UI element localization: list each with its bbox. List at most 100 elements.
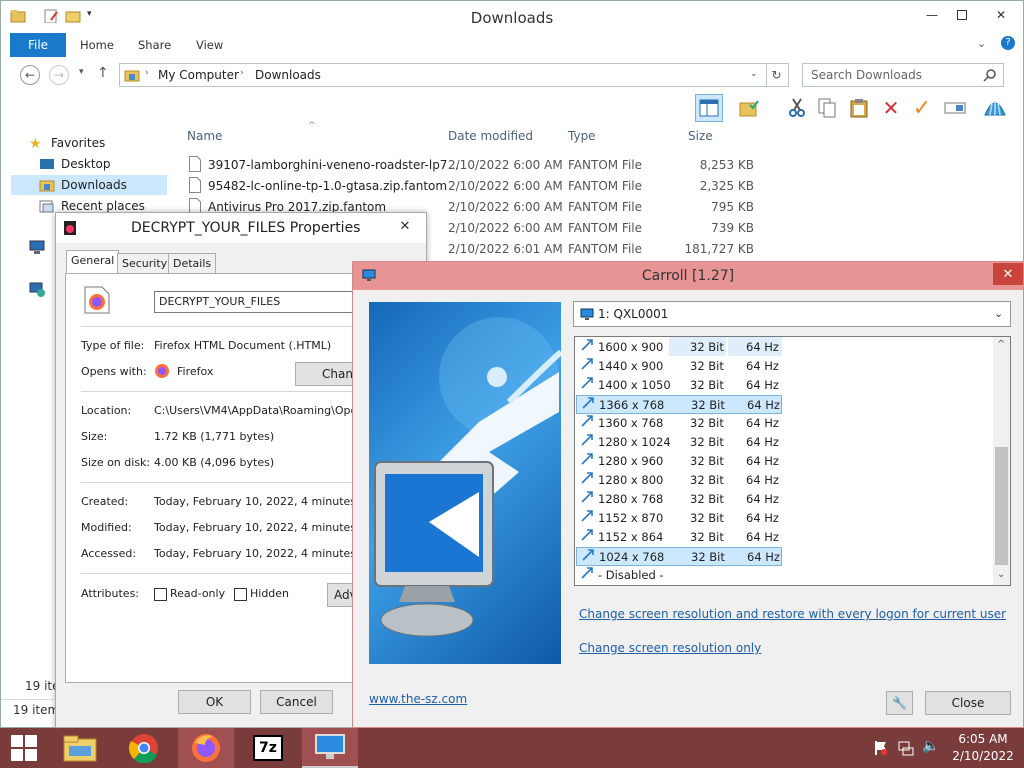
chevron-down-icon: ⌄	[994, 307, 1004, 320]
help-icon[interactable]: ?	[1001, 36, 1015, 50]
resolution-row[interactable]: 1280 x 800 32 Bit 64 Hz	[576, 471, 782, 490]
tab-file[interactable]: File	[10, 33, 66, 57]
nav-label: Desktop	[61, 157, 111, 171]
monitor-select[interactable]: 1: QXL0001 ⌄	[573, 301, 1011, 327]
nav-downloads[interactable]: Downloads	[11, 175, 167, 195]
preview-pane-icon[interactable]	[695, 94, 723, 122]
resolution-row[interactable]: 1152 x 864 32 Bit 64 Hz	[576, 528, 782, 547]
file-date: 2/10/2022 6:00 AM	[448, 221, 563, 235]
table-row[interactable]: 95482-lc-online-tp-1.0-gtasa.zip.fantom …	[181, 176, 961, 197]
column-header-name[interactable]: Name	[187, 129, 222, 143]
computer-icon[interactable]	[29, 239, 45, 255]
carroll-taskbar-icon[interactable]	[302, 728, 358, 768]
resolution-value: 1280 x 768	[598, 492, 664, 506]
column-header-size[interactable]: Size	[688, 129, 713, 143]
refresh-rate-value: 64 Hz	[746, 511, 779, 525]
scroll-down-icon[interactable]: ⌄	[997, 569, 1005, 580]
copy-icon[interactable]	[813, 94, 841, 122]
delete-icon[interactable]: ✕	[877, 94, 905, 122]
resize-arrow-icon	[581, 567, 593, 579]
chrome-icon[interactable]	[116, 728, 172, 768]
ribbon-expand-icon[interactable]: ⌄	[977, 37, 986, 50]
breadcrumb-my-computer[interactable]: My Computer	[158, 68, 239, 82]
table-row[interactable]: 39107-lamborghini-veneno-roadster-lp7...…	[181, 155, 961, 176]
resolution-row[interactable]: 1152 x 870 32 Bit 64 Hz	[576, 509, 782, 528]
close-icon[interactable]: ✕	[993, 263, 1023, 285]
start-button[interactable]	[0, 728, 48, 768]
folder-options-icon[interactable]	[735, 94, 763, 122]
file-explorer-taskbar-icon[interactable]	[52, 728, 108, 768]
search-input[interactable]: Search Downloads	[802, 63, 1004, 87]
resolution-row[interactable]: 1280 x 1024 32 Bit 64 Hz	[576, 433, 782, 452]
size-on-disk-value: 4.00 KB (4,096 bytes)	[154, 456, 275, 469]
settings-button[interactable]: 🔧	[886, 691, 913, 715]
tab-share[interactable]: Share	[138, 33, 171, 57]
modified-value: Today, February 10, 2022, 4 minutes ago	[154, 521, 380, 534]
scroll-thumb[interactable]	[995, 447, 1008, 565]
volume-icon[interactable]: 🔈	[922, 738, 939, 754]
tab-view[interactable]: View	[196, 33, 223, 57]
tab-general[interactable]: General	[66, 250, 120, 274]
paste-icon[interactable]	[845, 94, 873, 122]
close-icon[interactable]: ✕	[390, 216, 420, 236]
network-icon[interactable]	[29, 281, 45, 297]
up-arrow-icon[interactable]: ↑	[97, 65, 109, 81]
resolution-value: 1024 x 768	[599, 550, 665, 564]
minimize-button[interactable]: —	[915, 1, 949, 29]
column-header-type[interactable]: Type	[568, 129, 596, 143]
nav-label: Favorites	[51, 136, 106, 150]
resolution-row[interactable]: 1400 x 1050 32 Bit 64 Hz	[576, 376, 782, 395]
website-link[interactable]: www.the-sz.com	[369, 692, 467, 706]
close-icon[interactable]: ✕	[981, 1, 1021, 29]
close-button[interactable]: Close	[925, 691, 1011, 715]
rename-icon[interactable]	[941, 94, 969, 122]
resolution-row[interactable]: - Disabled -	[576, 566, 782, 585]
windows-icon	[11, 735, 37, 761]
change-and-restore-link[interactable]: Change screen resolution and restore wit…	[579, 607, 1006, 621]
breadcrumb-separator-icon: ›	[145, 68, 149, 78]
resolution-row[interactable]: 1024 x 768 32 Bit 64 Hz	[576, 547, 782, 566]
resolution-row[interactable]: 1280 x 768 32 Bit 64 Hz	[576, 490, 782, 509]
7zip-icon[interactable]: 7z	[240, 728, 296, 768]
maximize-button[interactable]	[945, 1, 979, 29]
nav-desktop[interactable]: Desktop	[39, 154, 195, 174]
refresh-button[interactable]: ↻	[765, 63, 789, 87]
file-date: 2/10/2022 6:00 AM	[448, 200, 563, 214]
ok-button[interactable]: OK	[178, 690, 251, 714]
change-only-link[interactable]: Change screen resolution only	[579, 641, 761, 655]
nav-favorites[interactable]: ★ Favorites	[29, 133, 185, 153]
checkmark-icon[interactable]: ✓	[908, 94, 936, 122]
address-dropdown-icon[interactable]: ⌄	[750, 69, 758, 79]
resolution-list[interactable]: 1600 x 900 32 Bit 64 Hz 1440 x 900 32 Bit 64 …	[574, 336, 1011, 586]
forward-button[interactable]: →	[49, 65, 69, 85]
resize-arrow-icon	[581, 529, 593, 541]
resolution-row[interactable]: 1366 x 768 32 Bit 64 Hz	[576, 395, 782, 414]
resolution-row[interactable]: 1360 x 768 32 Bit 64 Hz	[576, 414, 782, 433]
scroll-up-icon[interactable]: ^	[997, 339, 1005, 350]
network-tray-icon[interactable]	[898, 740, 914, 756]
back-button[interactable]: ←	[20, 65, 40, 85]
shell-icon[interactable]	[981, 94, 1009, 122]
cancel-button[interactable]: Cancel	[260, 690, 333, 714]
column-header-date[interactable]: Date modified	[448, 129, 533, 143]
address-bar[interactable]: › My Computer › Downloads ⌄	[119, 63, 767, 87]
recent-locations-icon[interactable]: ▾	[79, 67, 84, 77]
cut-icon[interactable]	[783, 94, 811, 122]
action-center-flag-icon[interactable]	[874, 740, 888, 756]
hidden-checkbox[interactable]	[234, 588, 247, 601]
tab-security[interactable]: Security	[117, 253, 173, 273]
refresh-rate-value: 64 Hz	[746, 416, 779, 430]
resolution-row[interactable]: 1440 x 900 32 Bit 64 Hz	[576, 357, 782, 376]
opens-with-label: Opens with:	[81, 365, 147, 378]
readonly-checkbox[interactable]	[154, 588, 167, 601]
created-value: Today, February 10, 2022, 4 minutes ago	[154, 495, 380, 508]
resolution-row[interactable]: 1600 x 900 32 Bit 64 Hz	[576, 338, 782, 357]
hidden-label: Hidden	[250, 587, 290, 600]
system-clock[interactable]: 6:05 AM 2/10/2022	[948, 731, 1018, 765]
tab-home[interactable]: Home	[80, 33, 114, 57]
tab-details[interactable]: Details	[168, 253, 217, 273]
breadcrumb-downloads[interactable]: Downloads	[255, 68, 321, 82]
scrollbar[interactable]: ^ ⌄	[993, 337, 1010, 585]
resolution-row[interactable]: 1280 x 960 32 Bit 64 Hz	[576, 452, 782, 471]
firefox-taskbar-icon[interactable]	[178, 728, 234, 768]
